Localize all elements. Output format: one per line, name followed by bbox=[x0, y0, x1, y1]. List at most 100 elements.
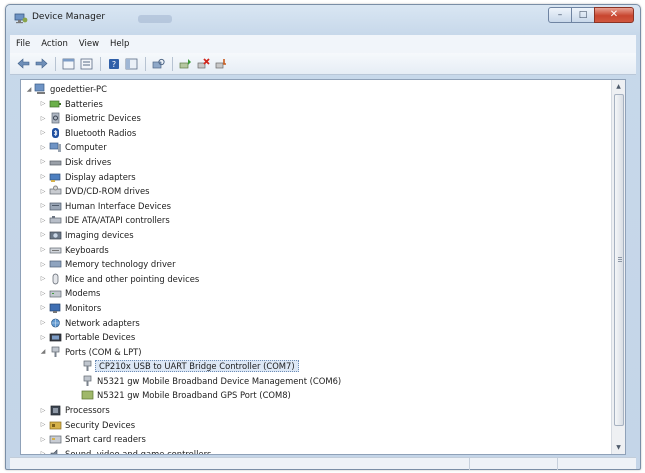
menu-help[interactable]: Help bbox=[110, 39, 129, 49]
biometric-icon bbox=[51, 112, 60, 124]
tree-item[interactable]: ▷ Human Interface Devices bbox=[21, 199, 611, 214]
tree-item[interactable]: ▷ Modems bbox=[21, 286, 611, 301]
tree-item-label: DVD/CD-ROM drives bbox=[65, 186, 150, 197]
ide-controller-icon bbox=[49, 216, 62, 224]
device-manager-window: Device Manager – □ ✕ File Action View He… bbox=[5, 4, 641, 470]
expand-arrow-icon[interactable]: ▷ bbox=[39, 100, 47, 108]
battery-icon bbox=[49, 100, 61, 107]
back-button[interactable] bbox=[16, 56, 31, 71]
tree-item[interactable]: ▷ Display adapters bbox=[21, 170, 611, 185]
tree-item-label: Network adapters bbox=[65, 317, 140, 328]
tree-item[interactable]: ▷ Smart card readers bbox=[21, 432, 611, 447]
collapse-arrow-icon[interactable]: ◢ bbox=[25, 85, 33, 93]
uninstall-button[interactable] bbox=[196, 56, 211, 71]
expand-arrow-icon[interactable]: ▷ bbox=[39, 304, 47, 312]
expand-arrow-icon[interactable]: ▷ bbox=[39, 260, 47, 268]
network-icon bbox=[51, 318, 60, 327]
tree-item-label: Batteries bbox=[65, 98, 103, 109]
disable-button[interactable] bbox=[214, 56, 229, 71]
tree-item[interactable]: ▷ Sound, video and game controllers bbox=[21, 447, 611, 454]
device-tree: ◢ goedettier-PC ▷ Batteries ▷ Biometric Dev… bbox=[21, 82, 611, 454]
title-bar[interactable]: Device Manager – □ ✕ bbox=[6, 5, 640, 31]
menu-bar: File Action View Help bbox=[10, 35, 636, 53]
tree-item[interactable]: ▷ Processors bbox=[21, 403, 611, 418]
close-icon: ✕ bbox=[609, 9, 619, 20]
update-driver-button[interactable] bbox=[178, 56, 193, 71]
tree-item[interactable]: ▷ Bluetooth Radios bbox=[21, 126, 611, 141]
expand-arrow-icon[interactable]: ▷ bbox=[39, 158, 47, 166]
maximize-icon: □ bbox=[578, 9, 588, 20]
tree-item[interactable]: ▷ Disk drives bbox=[21, 155, 611, 170]
details-button[interactable] bbox=[79, 56, 94, 71]
tree-item[interactable]: ▷ Security Devices bbox=[21, 418, 611, 433]
expand-arrow-icon[interactable]: ▷ bbox=[39, 333, 47, 341]
tree-child-item[interactable]: N5321 gw Mobile Broadband Device Managem… bbox=[21, 374, 611, 389]
tree-item[interactable]: ▷ Portable Devices bbox=[21, 330, 611, 345]
tree-item[interactable]: ▷ Keyboards bbox=[21, 243, 611, 258]
device-tree-panel: ◢ goedettier-PC ▷ Batteries ▷ Biometric Dev… bbox=[20, 79, 626, 455]
tree-child-item[interactable]: N5321 gw Mobile Broadband GPS Port (COM8… bbox=[21, 388, 611, 403]
expand-arrow-icon[interactable]: ▷ bbox=[39, 406, 47, 414]
expand-arrow-icon[interactable]: ▷ bbox=[39, 231, 47, 239]
expand-arrow-icon[interactable]: ▷ bbox=[39, 129, 47, 137]
tree-item-label: Modems bbox=[65, 288, 101, 299]
expand-arrow-icon[interactable]: ▷ bbox=[39, 173, 47, 181]
properties-button[interactable] bbox=[61, 56, 76, 71]
scroll-thumb[interactable] bbox=[614, 94, 624, 426]
memory-icon bbox=[49, 260, 62, 268]
expand-arrow-icon[interactable]: ▷ bbox=[39, 435, 47, 443]
collapse-arrow-icon[interactable]: ◢ bbox=[39, 348, 47, 356]
uninstall-icon bbox=[197, 57, 210, 68]
disable-icon bbox=[215, 58, 226, 68]
tree-item-label: Memory technology driver bbox=[65, 259, 176, 270]
status-pane-main bbox=[10, 458, 470, 470]
scroll-up-arrow-icon[interactable]: ▲ bbox=[612, 80, 625, 93]
tree-item-label: Mice and other pointing devices bbox=[65, 273, 200, 284]
expand-arrow-icon[interactable]: ▷ bbox=[39, 187, 47, 195]
tree-root[interactable]: ◢ goedettier-PC bbox=[21, 82, 611, 97]
expand-arrow-icon[interactable]: ▷ bbox=[39, 275, 47, 283]
expand-arrow-icon[interactable]: ▷ bbox=[39, 450, 47, 454]
details-icon bbox=[80, 58, 93, 69]
computer-icon bbox=[49, 143, 61, 153]
tree-item[interactable]: ▷ Imaging devices bbox=[21, 228, 611, 243]
mouse-icon bbox=[52, 273, 59, 285]
tree-item[interactable]: ▷ DVD/CD-ROM drives bbox=[21, 184, 611, 199]
tree-item[interactable]: ▷ IDE ATA/ATAPI controllers bbox=[21, 213, 611, 228]
tree-item[interactable]: ▷ Batteries bbox=[21, 97, 611, 112]
maximize-button[interactable]: □ bbox=[571, 7, 595, 23]
expand-arrow-icon[interactable]: ▷ bbox=[39, 421, 47, 429]
tree-item-label: Imaging devices bbox=[65, 229, 134, 240]
expand-arrow-icon[interactable]: ▷ bbox=[39, 246, 47, 254]
tree-item[interactable]: ▷ Monitors bbox=[21, 301, 611, 316]
tree-item[interactable]: ▷ Biometric Devices bbox=[21, 111, 611, 126]
tree-item[interactable]: ▷ Memory technology driver bbox=[21, 257, 611, 272]
minimize-button[interactable]: – bbox=[548, 7, 572, 23]
expand-arrow-icon[interactable]: ▷ bbox=[39, 202, 47, 210]
expand-arrow-icon[interactable]: ▷ bbox=[39, 216, 47, 224]
menu-view[interactable]: View bbox=[79, 39, 99, 49]
menu-file[interactable]: File bbox=[16, 39, 30, 49]
tree-item-label: Smart card readers bbox=[65, 434, 146, 445]
forward-button[interactable] bbox=[34, 56, 49, 71]
tree-item[interactable]: ▷ Computer bbox=[21, 140, 611, 155]
scroll-down-arrow-icon[interactable]: ▼ bbox=[612, 441, 625, 454]
expand-arrow-icon[interactable]: ▷ bbox=[39, 114, 47, 122]
menu-action[interactable]: Action bbox=[41, 39, 68, 49]
scan-hardware-button[interactable] bbox=[151, 56, 166, 71]
help-button[interactable]: ? bbox=[106, 56, 121, 71]
vertical-scrollbar[interactable]: ▲ ▼ bbox=[611, 80, 625, 454]
tree-item[interactable]: ▷ Mice and other pointing devices bbox=[21, 272, 611, 287]
expand-arrow-icon[interactable]: ▷ bbox=[39, 319, 47, 327]
console-button[interactable] bbox=[124, 56, 139, 71]
tree-item[interactable]: ◢ Ports (COM & LPT) bbox=[21, 345, 611, 360]
expand-arrow-icon[interactable]: ▷ bbox=[39, 143, 47, 151]
help-icon: ? bbox=[108, 58, 119, 69]
tree-item[interactable]: ▷ Network adapters bbox=[21, 316, 611, 331]
tree-item-label: Display adapters bbox=[65, 171, 136, 182]
hid-icon bbox=[49, 202, 62, 211]
expand-arrow-icon[interactable]: ▷ bbox=[39, 289, 47, 297]
bluetooth-icon bbox=[52, 127, 59, 138]
tree-child-item[interactable]: CP210x USB to UART Bridge Controller (CO… bbox=[21, 359, 611, 374]
close-button[interactable]: ✕ bbox=[594, 7, 634, 23]
